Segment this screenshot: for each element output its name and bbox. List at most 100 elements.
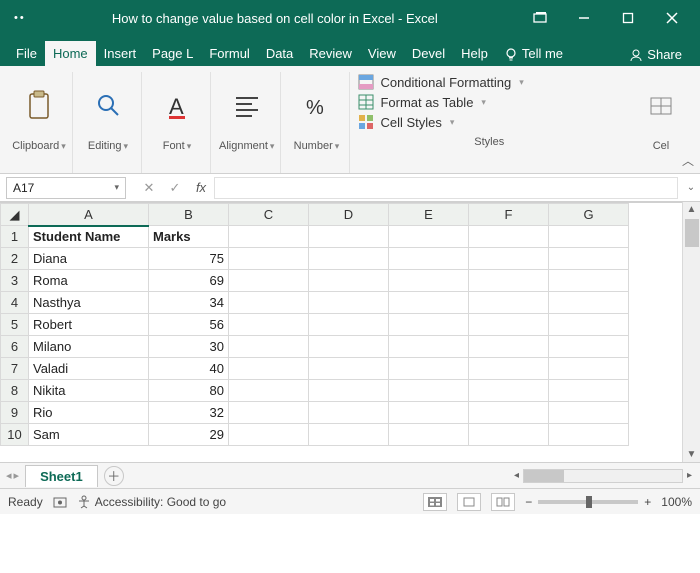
sheet-nav-first-icon[interactable]: ◂ — [6, 469, 12, 482]
row-header[interactable]: 10 — [1, 424, 29, 446]
row-header[interactable]: 2 — [1, 248, 29, 270]
chevron-down-icon[interactable]: ▾ — [270, 141, 275, 152]
find-button[interactable] — [81, 74, 135, 138]
cell[interactable]: 80 — [149, 380, 229, 402]
cell[interactable]: 29 — [149, 424, 229, 446]
cells-table[interactable]: ◢ A B C D E F G 1Student NameMarks 2Dian… — [0, 203, 629, 446]
accessibility-status[interactable]: Accessibility: Good to go — [77, 495, 226, 509]
scroll-up-arrow-icon[interactable]: ▲ — [685, 202, 699, 217]
name-box[interactable]: A17 ▾ — [6, 177, 126, 199]
vertical-scrollbar[interactable]: ▲ ▼ — [682, 202, 700, 462]
tab-file[interactable]: File — [8, 41, 45, 66]
tab-help[interactable]: Help — [453, 41, 496, 66]
scroll-left-arrow-icon[interactable]: ◂ — [512, 470, 521, 481]
scroll-thumb[interactable] — [524, 470, 564, 482]
paste-button[interactable] — [12, 74, 66, 138]
table-row[interactable]: 8Nikita80 — [1, 380, 629, 402]
ribbon-display-options-icon[interactable] — [524, 2, 556, 34]
format-as-table-button[interactable]: Format as Table▾ — [352, 92, 626, 112]
table-row[interactable]: 4Nasthya34 — [1, 292, 629, 314]
row-header[interactable]: 6 — [1, 336, 29, 358]
scroll-thumb[interactable] — [685, 219, 699, 247]
column-header-d[interactable]: D — [309, 204, 389, 226]
row-header[interactable]: 9 — [1, 402, 29, 424]
cell[interactable]: Sam — [29, 424, 149, 446]
cell[interactable]: Nasthya — [29, 292, 149, 314]
zoom-track[interactable] — [538, 500, 638, 504]
row-header[interactable]: 8 — [1, 380, 29, 402]
quick-access-more-icon[interactable]: •• — [14, 12, 26, 24]
table-row[interactable]: 6Milano30 — [1, 336, 629, 358]
cell[interactable]: Nikita — [29, 380, 149, 402]
macro-record-icon[interactable] — [53, 495, 67, 509]
page-layout-view-button[interactable] — [457, 493, 481, 511]
zoom-slider[interactable]: − + — [525, 495, 651, 509]
row-header[interactable]: 5 — [1, 314, 29, 336]
table-row[interactable]: 7Valadi40 — [1, 358, 629, 380]
page-break-view-button[interactable] — [491, 493, 515, 511]
cell[interactable]: 69 — [149, 270, 229, 292]
row-header[interactable]: 4 — [1, 292, 29, 314]
tab-review[interactable]: Review — [301, 41, 360, 66]
tab-data[interactable]: Data — [258, 41, 301, 66]
row-header[interactable]: 1 — [1, 226, 29, 248]
share-button[interactable]: Share — [619, 43, 692, 66]
cell[interactable]: 32 — [149, 402, 229, 424]
cells-button[interactable] — [634, 74, 688, 138]
minimize-button[interactable] — [568, 2, 600, 34]
maximize-button[interactable] — [612, 2, 644, 34]
formula-input[interactable] — [214, 177, 678, 199]
cell[interactable]: Valadi — [29, 358, 149, 380]
conditional-formatting-button[interactable]: Conditional Formatting▾ — [352, 72, 626, 92]
cell[interactable]: 40 — [149, 358, 229, 380]
normal-view-button[interactable] — [423, 493, 447, 511]
cell[interactable]: Rio — [29, 402, 149, 424]
zoom-out-button[interactable]: − — [525, 495, 532, 509]
zoom-handle[interactable] — [586, 496, 592, 508]
horizontal-scrollbar[interactable]: ◂ ▸ — [512, 469, 700, 483]
font-button[interactable]: A — [150, 74, 204, 138]
column-header-c[interactable]: C — [229, 204, 309, 226]
column-header-a[interactable]: A — [29, 204, 149, 226]
cell[interactable]: Robert — [29, 314, 149, 336]
table-row[interactable]: 1Student NameMarks — [1, 226, 629, 248]
insert-function-button[interactable]: fx — [188, 180, 214, 195]
alignment-button[interactable] — [220, 74, 274, 138]
cell[interactable]: 56 — [149, 314, 229, 336]
tell-me[interactable]: Tell me — [496, 41, 571, 66]
cell[interactable]: Diana — [29, 248, 149, 270]
enter-formula-button[interactable]: ✓ — [162, 180, 188, 196]
cell[interactable]: Milano — [29, 336, 149, 358]
expand-formula-bar-button[interactable]: ⌄ — [682, 182, 700, 193]
select-all-corner[interactable]: ◢ — [1, 204, 29, 226]
column-header-e[interactable]: E — [389, 204, 469, 226]
chevron-down-icon[interactable]: ▾ — [187, 141, 192, 152]
tab-formulas[interactable]: Formul — [201, 41, 257, 66]
column-header-b[interactable]: B — [149, 204, 229, 226]
collapse-ribbon-button[interactable]: ︿ — [682, 152, 694, 169]
cell[interactable]: 30 — [149, 336, 229, 358]
chevron-down-icon[interactable]: ▾ — [114, 182, 119, 193]
table-row[interactable]: 10Sam29 — [1, 424, 629, 446]
tab-developer[interactable]: Devel — [404, 41, 453, 66]
row-header[interactable]: 3 — [1, 270, 29, 292]
chevron-down-icon[interactable]: ▾ — [124, 141, 129, 152]
cell[interactable]: 34 — [149, 292, 229, 314]
row-header[interactable]: 7 — [1, 358, 29, 380]
cancel-formula-button[interactable]: ✕ — [136, 180, 162, 196]
tab-insert[interactable]: Insert — [96, 41, 145, 66]
cell[interactable]: 75 — [149, 248, 229, 270]
cell[interactable]: Student Name — [29, 226, 149, 248]
zoom-in-button[interactable]: + — [644, 495, 651, 509]
tab-page-layout[interactable]: Page L — [144, 41, 201, 66]
chevron-down-icon[interactable]: ▾ — [335, 141, 340, 152]
sheet-nav-prev-icon[interactable]: ▸ — [14, 469, 20, 482]
new-sheet-button[interactable]: ＋ — [104, 466, 124, 486]
tab-home[interactable]: Home — [45, 41, 96, 66]
close-button[interactable] — [656, 2, 688, 34]
table-row[interactable]: 5Robert56 — [1, 314, 629, 336]
scroll-right-arrow-icon[interactable]: ▸ — [685, 470, 694, 481]
cell[interactable]: Marks — [149, 226, 229, 248]
cell[interactable]: Roma — [29, 270, 149, 292]
table-row[interactable]: 2Diana75 — [1, 248, 629, 270]
